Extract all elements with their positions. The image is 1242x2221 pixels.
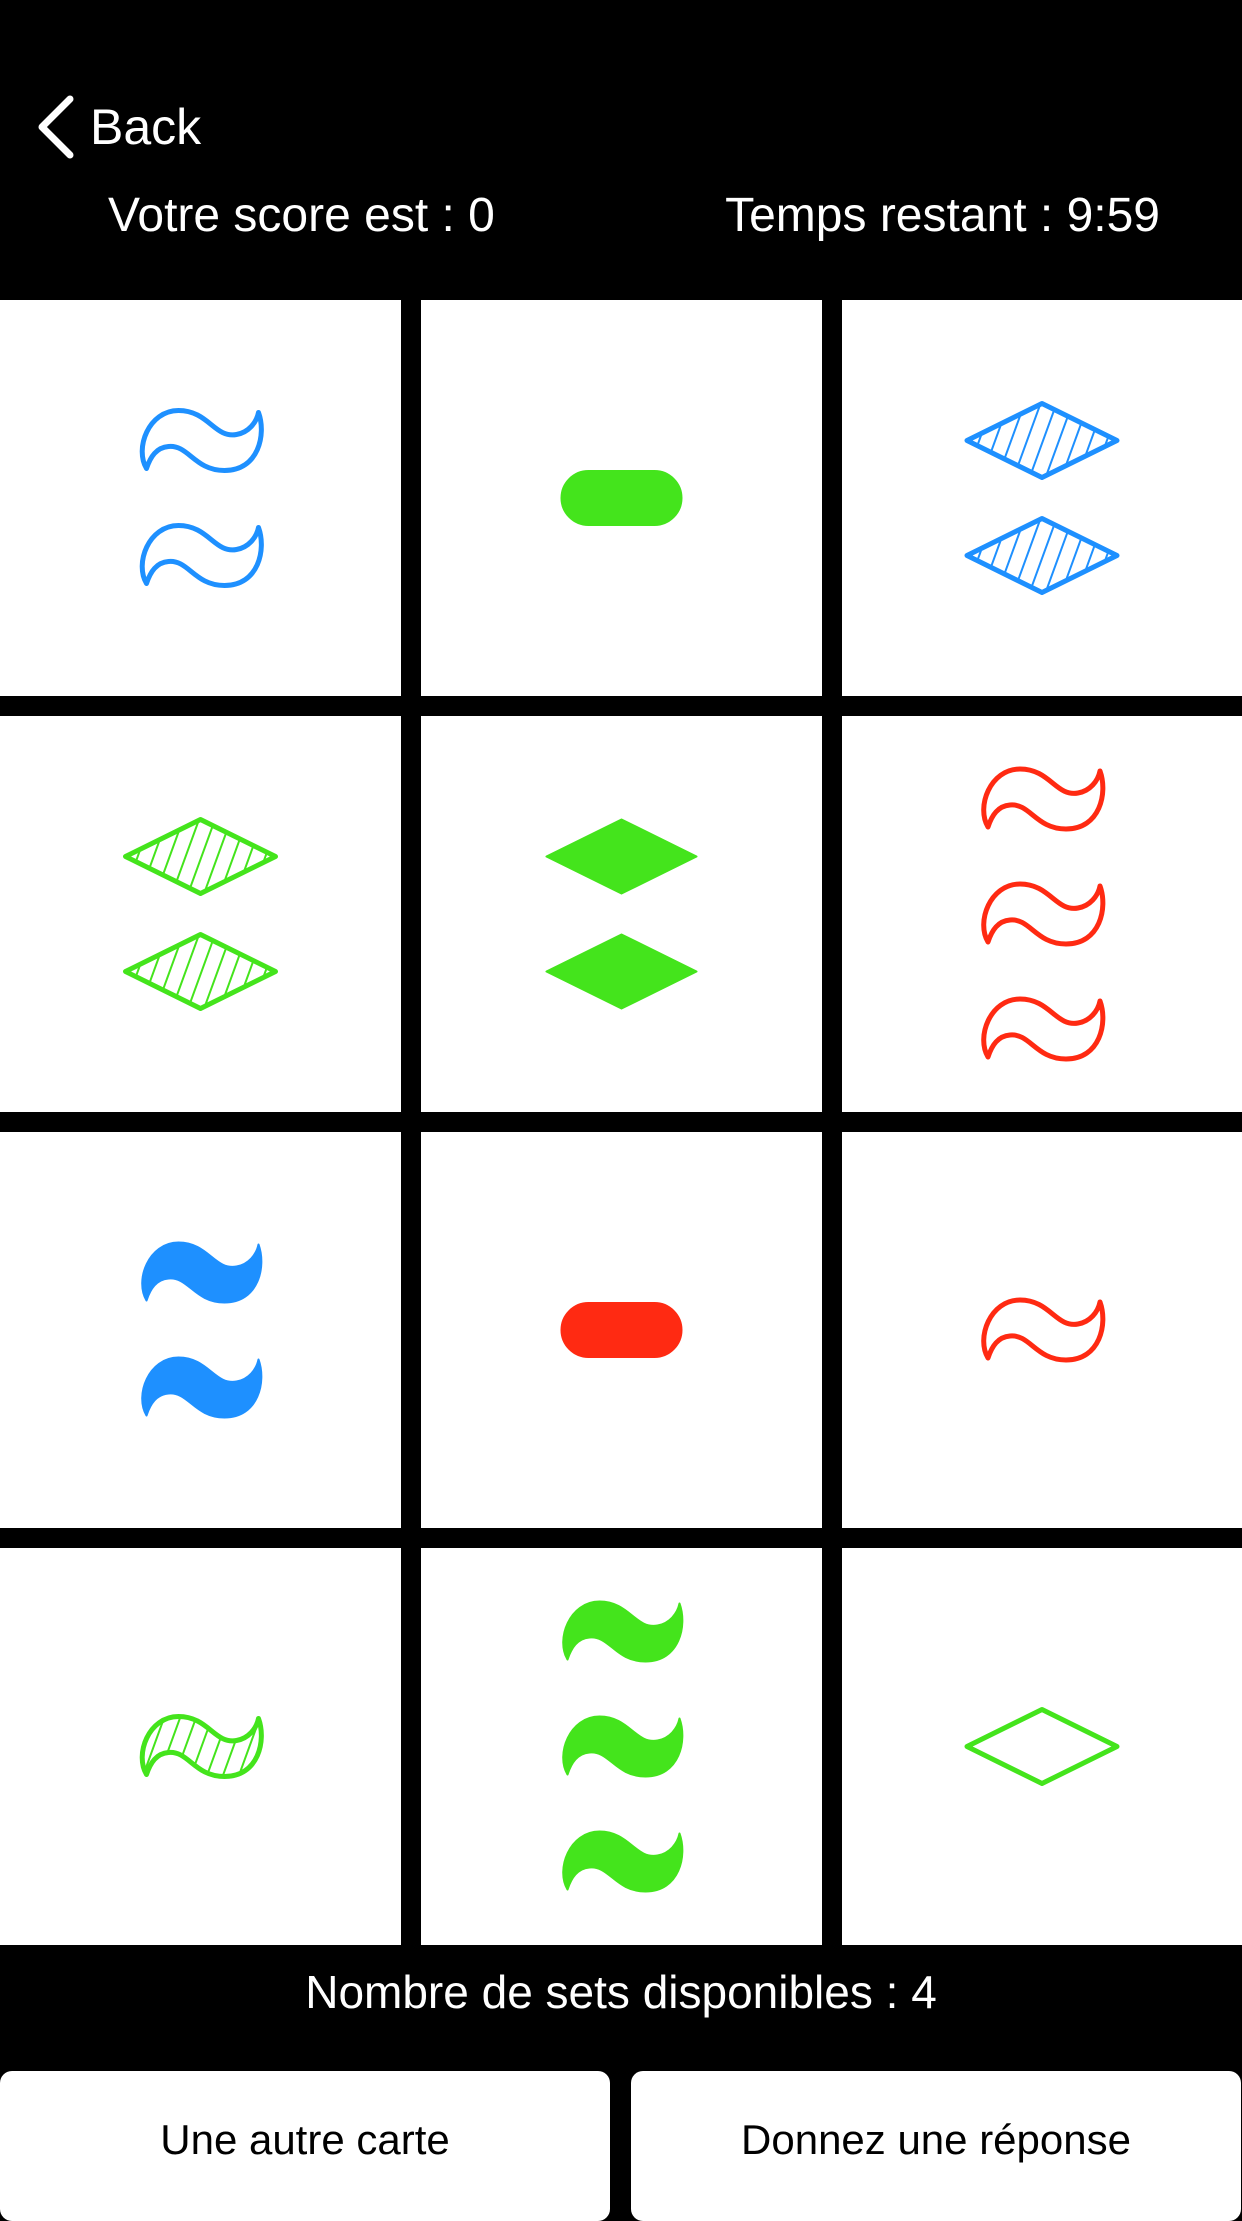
squiggle-symbol bbox=[139, 408, 264, 473]
squiggle-symbol bbox=[139, 523, 264, 588]
diamond-symbol bbox=[123, 932, 278, 1011]
card-symbols bbox=[562, 1600, 684, 1893]
card-8[interactable] bbox=[421, 1132, 822, 1528]
diamond-symbol bbox=[123, 817, 278, 896]
card-12[interactable] bbox=[842, 1548, 1242, 1945]
another-card-label: Une autre carte bbox=[160, 2116, 450, 2163]
give-answer-button[interactable]: Donnez une réponse bbox=[631, 2071, 1241, 2221]
card-symbols bbox=[981, 766, 1106, 1062]
card-symbols bbox=[139, 1714, 264, 1779]
diamond-symbol bbox=[545, 933, 698, 1010]
another-card-button[interactable]: Une autre carte bbox=[0, 2071, 610, 2221]
squiggle-symbol bbox=[562, 1600, 684, 1663]
squiggle-symbol bbox=[141, 1356, 263, 1419]
card-symbols bbox=[560, 470, 683, 526]
squiggle-symbol bbox=[981, 766, 1106, 832]
sets-available-text: Nombre de sets disponibles : 4 bbox=[305, 1966, 937, 2018]
diamond-symbol bbox=[964, 1707, 1120, 1786]
squiggle-symbol bbox=[141, 1241, 263, 1304]
squiggle-symbol bbox=[562, 1830, 684, 1893]
footer-bar: Nombre de sets disponibles : 4 Une autre… bbox=[0, 1945, 1242, 2221]
chevron-left-icon bbox=[38, 95, 74, 159]
top-bar: Back Votre score est : 0 Temps restant :… bbox=[0, 0, 1242, 300]
card-symbols bbox=[964, 1707, 1120, 1786]
card-symbols bbox=[964, 401, 1120, 595]
card-symbols bbox=[141, 1241, 263, 1419]
card-9[interactable] bbox=[842, 1132, 1242, 1528]
oval-symbol bbox=[560, 1302, 683, 1358]
card-2[interactable] bbox=[421, 300, 822, 696]
card-grid bbox=[0, 300, 1242, 1945]
card-symbols bbox=[981, 1297, 1106, 1363]
squiggle-symbol bbox=[981, 996, 1106, 1062]
card-7[interactable] bbox=[0, 1132, 401, 1528]
score-text: Votre score est : 0 bbox=[108, 189, 495, 242]
card-4[interactable] bbox=[0, 716, 401, 1112]
back-label: Back bbox=[90, 99, 202, 155]
squiggle-symbol bbox=[981, 881, 1106, 947]
diamond-symbol bbox=[545, 818, 698, 895]
card-5[interactable] bbox=[421, 716, 822, 1112]
timer-text: Temps restant : 9:59 bbox=[725, 189, 1160, 242]
card-symbols bbox=[545, 818, 698, 1010]
back-button[interactable]: Back bbox=[36, 92, 201, 162]
card-11[interactable] bbox=[421, 1548, 822, 1945]
diamond-symbol bbox=[964, 516, 1120, 595]
card-symbols bbox=[139, 408, 264, 588]
card-3[interactable] bbox=[842, 300, 1242, 696]
card-symbols bbox=[560, 1302, 683, 1358]
squiggle-symbol bbox=[981, 1297, 1106, 1363]
diamond-symbol bbox=[964, 401, 1120, 480]
give-answer-label: Donnez une réponse bbox=[741, 2116, 1131, 2163]
card-symbols bbox=[123, 817, 278, 1011]
card-6[interactable] bbox=[842, 716, 1242, 1112]
squiggle-symbol bbox=[139, 1714, 264, 1779]
card-1[interactable] bbox=[0, 300, 401, 696]
oval-symbol bbox=[560, 470, 683, 526]
card-10[interactable] bbox=[0, 1548, 401, 1945]
squiggle-symbol bbox=[562, 1715, 684, 1778]
